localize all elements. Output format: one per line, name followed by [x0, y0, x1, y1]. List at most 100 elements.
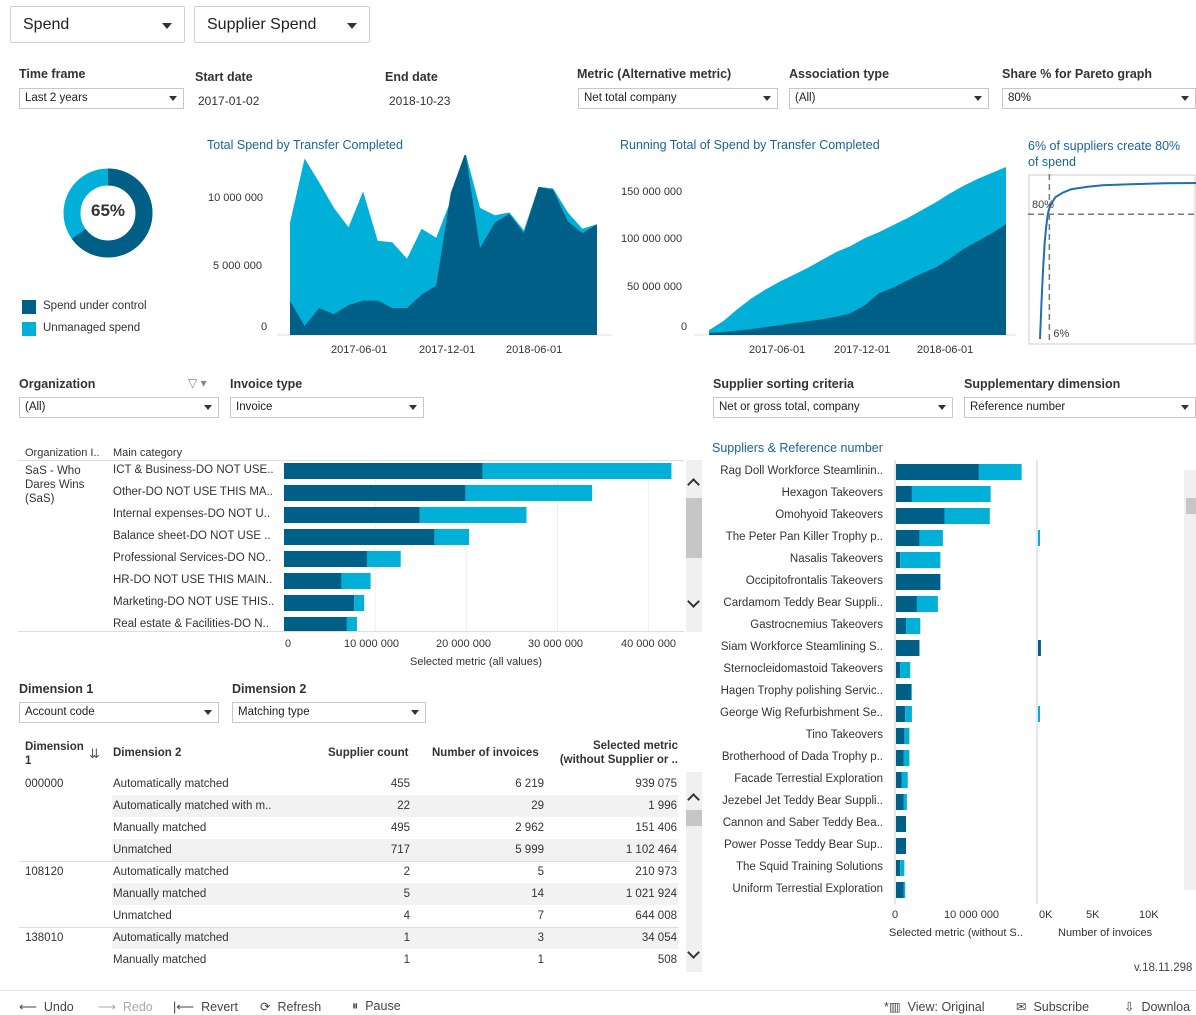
supplier-label[interactable]: Siam Workforce Steamlining S.. — [705, 641, 883, 653]
invoice-bar[interactable] — [1038, 706, 1040, 722]
view-button[interactable]: *▥ View: Original — [884, 999, 985, 1014]
supplier-bar-unmanaged[interactable] — [944, 508, 990, 524]
table-cell-supplier-count[interactable]: 455 — [330, 778, 410, 790]
invoice-bar[interactable] — [1038, 640, 1041, 656]
bar-controlled[interactable] — [284, 617, 347, 632]
supplier-bar-controlled[interactable] — [896, 574, 941, 590]
table-cell-invoice-count[interactable]: 1 — [440, 954, 544, 966]
timeframe-select[interactable]: Last 2 years — [19, 88, 184, 109]
supplier-scroll-thumb[interactable] — [1186, 498, 1196, 514]
pareto-share-select[interactable]: 80% — [1002, 88, 1196, 109]
category-scroll-thumb[interactable] — [686, 498, 702, 558]
supplier-label[interactable]: Sternocleidomastoid Takeovers — [705, 663, 883, 675]
bar-unmanaged[interactable] — [346, 617, 357, 632]
supplier-label[interactable]: Nasalis Takeovers — [705, 553, 883, 565]
table-cell-supplier-count[interactable]: 1 — [330, 932, 410, 944]
bar-unmanaged[interactable] — [434, 529, 470, 545]
table-cell-metric[interactable]: 34 054 — [560, 932, 677, 944]
category-label[interactable]: Other-DO NOT USE THIS MA.. — [113, 486, 279, 498]
supplementary-dim-select[interactable]: Reference number — [964, 397, 1196, 418]
supplier-label[interactable]: Omohyoid Takeovers — [705, 509, 883, 521]
supplier-bar-controlled[interactable] — [896, 794, 904, 810]
supplier-bar-unmanaged[interactable] — [911, 486, 991, 502]
bar-unmanaged[interactable] — [366, 551, 401, 567]
supplier-label[interactable]: Brotherhood of Dada Trophy p.. — [705, 751, 883, 763]
supplier-spend-bar-chart[interactable] — [894, 460, 1036, 904]
end-date-value[interactable]: 2018-10-23 — [389, 94, 450, 108]
bar-unmanaged[interactable] — [465, 485, 593, 501]
association-select[interactable]: (All) — [789, 88, 989, 109]
supplier-bar-controlled[interactable] — [896, 706, 906, 722]
table-cell-dimension2[interactable]: Unmatched — [113, 910, 313, 922]
table-cell-invoice-count[interactable]: 6 219 — [440, 778, 544, 790]
supplier-bar-unmanaged[interactable] — [911, 684, 912, 700]
table-cell-supplier-count[interactable]: 4 — [330, 910, 410, 922]
supplier-bar-controlled[interactable] — [896, 552, 901, 568]
table-cell-invoice-count[interactable]: 7 — [440, 910, 544, 922]
bar-unmanaged[interactable] — [354, 595, 365, 611]
supplier-bar-controlled[interactable] — [896, 860, 901, 876]
report-select[interactable]: Supplier Spend — [194, 6, 370, 43]
supplier-bar-controlled[interactable] — [896, 728, 905, 744]
refresh-button[interactable]: ⟳ Refresh — [260, 999, 321, 1014]
pareto-chart[interactable]: 80% 6% — [1028, 174, 1196, 346]
table-cell-metric[interactable]: 939 075 — [560, 778, 677, 790]
supplier-bar-unmanaged[interactable] — [900, 662, 911, 678]
table-cell-supplier-count[interactable]: 1 — [330, 954, 410, 966]
supplier-invoice-bar-chart[interactable] — [1036, 460, 1182, 904]
supplier-bar-controlled[interactable] — [896, 816, 907, 832]
supplier-label[interactable]: Cardamom Teddy Bear Suppli.. — [705, 597, 883, 609]
table-cell-supplier-count[interactable]: 495 — [330, 822, 410, 834]
table-cell-metric[interactable]: 1 102 464 — [560, 844, 677, 856]
table-cell-supplier-count[interactable]: 717 — [330, 844, 410, 856]
organization-select[interactable]: (All) — [19, 397, 219, 418]
table-cell-dimension2[interactable]: Manually matched — [113, 954, 313, 966]
supplier-bar-unmanaged[interactable] — [919, 530, 943, 546]
table-cell-supplier-count[interactable]: 22 — [330, 800, 410, 812]
bar-controlled[interactable] — [284, 595, 355, 611]
supplier-bar-controlled[interactable] — [896, 530, 920, 546]
category-label[interactable]: Professional Services-DO NO.. — [113, 552, 279, 564]
supplier-bar-unmanaged[interactable] — [903, 750, 910, 766]
supplier-bar-controlled[interactable] — [896, 684, 912, 700]
supplier-label[interactable]: Hexagon Takeovers — [705, 487, 883, 499]
category-label[interactable]: Real estate & Facilities-DO N.. — [113, 618, 279, 630]
supplier-bar-unmanaged[interactable] — [900, 552, 941, 568]
supplier-bar-controlled[interactable] — [896, 596, 917, 612]
table-cell-metric[interactable]: 644 008 — [560, 910, 677, 922]
table-cell-invoice-count[interactable]: 5 999 — [440, 844, 544, 856]
revert-button[interactable]: |⟵ Revert — [173, 999, 238, 1014]
invoice-type-select[interactable]: Invoice — [230, 397, 424, 418]
supplier-label[interactable]: George Wig Refurbishment Se.. — [705, 707, 883, 719]
table-cell-dimension2[interactable]: Automatically matched — [113, 778, 313, 790]
supplier-bar-controlled[interactable] — [896, 662, 901, 678]
supplier-bar-controlled[interactable] — [896, 882, 904, 898]
bar-controlled[interactable] — [284, 463, 483, 479]
invoice-bar[interactable] — [1038, 530, 1040, 546]
table-scroll-thumb[interactable] — [686, 810, 702, 826]
supplier-bar-controlled[interactable] — [896, 640, 920, 656]
table-cell-dimension2[interactable]: Automatically matched — [113, 866, 313, 878]
bar-unmanaged[interactable] — [482, 463, 672, 479]
col-selected-metric[interactable]: Selected metric — [540, 740, 678, 752]
table-cell-metric[interactable]: 210 973 — [560, 866, 677, 878]
pause-button[interactable]: ⏸ Pause — [352, 999, 401, 1014]
supplier-label[interactable]: Rag Doll Workforce Steamlinin.. — [705, 465, 883, 477]
bar-controlled[interactable] — [284, 551, 367, 567]
table-cell-supplier-count[interactable]: 5 — [330, 888, 410, 900]
supplier-bar-controlled[interactable] — [896, 618, 907, 634]
dimension1-select[interactable]: Account code — [19, 702, 219, 723]
supplier-label[interactable]: Power Posse Teddy Bear Sup.. — [705, 839, 883, 851]
category-label[interactable]: Balance sheet-DO NOT USE .. — [113, 530, 279, 542]
supplier-bar-unmanaged[interactable] — [901, 772, 908, 788]
table-cell-dimension2[interactable]: Automatically matched with m.. — [113, 800, 313, 812]
filter-funnel-icon[interactable]: ▽ ▾ — [188, 376, 207, 390]
undo-button[interactable]: ⟵ Undo — [19, 999, 74, 1014]
view-select[interactable]: Spend — [10, 6, 185, 43]
table-cell-dimension2[interactable]: Unmatched — [113, 844, 313, 856]
supplier-bar-unmanaged[interactable] — [916, 596, 938, 612]
supplier-bar-unmanaged[interactable] — [906, 618, 921, 634]
table-cell-invoice-count[interactable]: 14 — [440, 888, 544, 900]
table-cell-invoice-count[interactable]: 5 — [440, 866, 544, 878]
supplier-bar-unmanaged[interactable] — [904, 728, 910, 744]
